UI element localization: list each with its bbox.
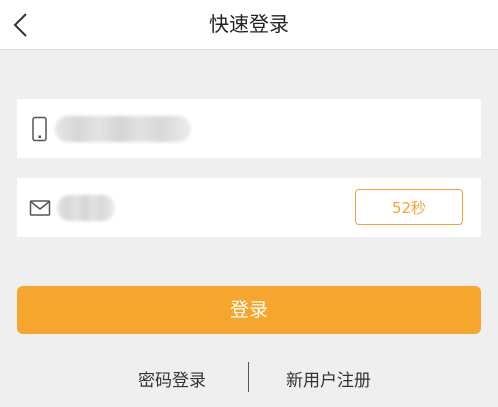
header-bar: 快速登录 xyxy=(0,0,498,50)
resend-code-countdown-button[interactable]: 52秒 xyxy=(355,189,463,225)
bottom-links: 密码登录 新用户注册 xyxy=(0,362,498,392)
phone-icon xyxy=(29,116,51,142)
verification-code-input[interactable] xyxy=(57,192,337,222)
new-user-register-link[interactable]: 新用户注册 xyxy=(286,366,371,391)
mail-icon xyxy=(29,195,51,221)
phone-input[interactable] xyxy=(57,113,457,143)
password-login-link[interactable]: 密码登录 xyxy=(138,366,206,391)
login-button[interactable]: 登录 xyxy=(17,286,481,334)
phone-field xyxy=(17,99,481,158)
links-divider xyxy=(248,362,249,392)
verification-code-field: 52秒 xyxy=(17,178,481,237)
page-title: 快速登录 xyxy=(209,12,289,36)
